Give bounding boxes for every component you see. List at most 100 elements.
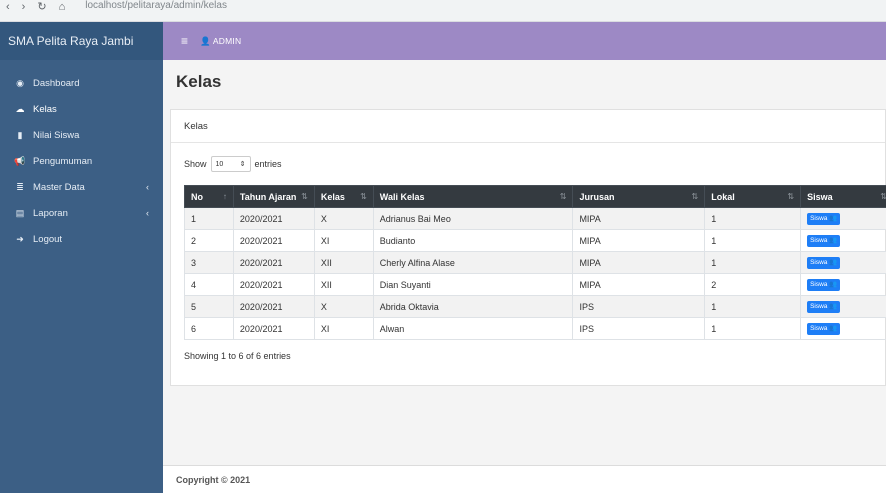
footer-copyright: Copyright © 2021 (163, 465, 886, 493)
cell-tahun-ajaran: 2020/2021 (232, 207, 315, 230)
cell-no: 1 (184, 207, 234, 230)
admin-user-menu[interactable]: 👤 ADMIN (200, 36, 241, 47)
sidebar: SMA Pelita Raya Jambi ◉ Dashboard ☁ Kela… (0, 22, 163, 493)
logout-icon: ➜ (16, 233, 24, 244)
cell-kelas: XI (313, 317, 374, 340)
column-header-wali-kelas[interactable]: Wali Kelas ⇅ (372, 185, 574, 208)
sidebar-item-master-data[interactable]: ≣ Master Data ‹ (0, 174, 163, 200)
entries-label: entries (254, 159, 282, 169)
table-row: 4 2020/2021 XII Dian Suyanti MIPA 2 Sisw… (184, 273, 886, 296)
sort-icon: ⇅ (880, 191, 886, 201)
sort-icon: ⇅ (559, 191, 567, 201)
siswa-button[interactable]: Siswa 👥 (807, 235, 841, 247)
siswa-button[interactable]: Siswa 👥 (807, 257, 841, 269)
sidebar-item-label: Nilai Siswa (33, 129, 80, 141)
cell-jurusan: MIPA (572, 207, 706, 230)
page-title: Kelas (176, 72, 222, 91)
sort-icon: ⇅ (787, 191, 795, 201)
siswa-button[interactable]: Siswa 👥 (807, 301, 841, 313)
cell-siswa: Siswa 👥 (800, 251, 886, 274)
admin-label: ADMIN (212, 35, 242, 46)
forward-icon[interactable]: › (22, 1, 26, 13)
sidebar-item-label: Pengumuman (33, 155, 93, 167)
sidebar-item-logout[interactable]: ➜ Logout (0, 226, 163, 252)
cell-jurusan: MIPA (572, 251, 706, 274)
back-icon[interactable]: ‹ (6, 1, 10, 13)
cell-wali-kelas: Abrida Oktavia (372, 295, 574, 318)
cell-jurusan: MIPA (572, 273, 706, 296)
column-header-tahun-ajaran[interactable]: Tahun Ajaran ⇅ (232, 185, 315, 208)
column-header-siswa[interactable]: Siswa ⇅ (800, 185, 886, 208)
menu-toggle-icon[interactable]: ≡ (181, 34, 188, 48)
siswa-button[interactable]: Siswa 👥 (807, 323, 841, 335)
cell-no: 6 (184, 317, 234, 340)
sort-icon: ⇅ (360, 191, 367, 201)
sidebar-item-label: Dashboard (33, 77, 80, 89)
entries-length-control: Show 10 ⇕ entries (184, 156, 282, 172)
cell-lokal: 2 (704, 273, 802, 296)
cell-wali-kelas: Adrianus Bai Meo (372, 207, 574, 230)
column-header-jurusan[interactable]: Jurusan ⇅ (572, 185, 706, 208)
cell-siswa: Siswa 👥 (800, 295, 886, 318)
column-header-no[interactable]: No ↑ (184, 185, 234, 208)
sidebar-item-dashboard[interactable]: ◉ Dashboard (0, 70, 163, 96)
sidebar-item-label: Master Data (33, 181, 85, 193)
table-row: 5 2020/2021 X Abrida Oktavia IPS 1 Siswa… (184, 295, 886, 318)
brand-title[interactable]: SMA Pelita Raya Jambi (0, 22, 163, 60)
user-icon: 👤 (200, 35, 211, 46)
cell-siswa: Siswa 👥 (800, 273, 886, 296)
cell-tahun-ajaran: 2020/2021 (232, 317, 315, 340)
table-header-row: No ↑ Tahun Ajaran ⇅ Kelas ⇅ Wali Kelas ⇅ Jur… (184, 185, 886, 208)
cell-wali-kelas: Dian Suyanti (372, 273, 574, 296)
show-label: Show (184, 159, 207, 169)
cell-lokal: 1 (704, 229, 802, 252)
top-navbar: ≡ 👤 ADMIN (163, 22, 886, 60)
cell-tahun-ajaran: 2020/2021 (232, 295, 315, 318)
cell-lokal: 1 (704, 207, 802, 230)
table-row: 1 2020/2021 X Adrianus Bai Meo MIPA 1 Si… (184, 207, 886, 230)
entries-select-value: 10 (215, 160, 224, 168)
sort-asc-icon: ↑ (222, 191, 227, 201)
cell-tahun-ajaran: 2020/2021 (232, 273, 315, 296)
sidebar-item-pengumuman[interactable]: 📢 Pengumuman (0, 148, 163, 174)
select-arrows-icon: ⇕ (239, 161, 246, 168)
cell-tahun-ajaran: 2020/2021 (232, 229, 315, 252)
cell-wali-kelas: Cherly Alfina Alase (372, 251, 574, 274)
column-header-lokal[interactable]: Lokal ⇅ (704, 185, 802, 208)
cell-tahun-ajaran: 2020/2021 (232, 251, 315, 274)
column-header-kelas[interactable]: Kelas ⇅ (313, 185, 374, 208)
sidebar-item-kelas[interactable]: ☁ Kelas (0, 96, 163, 122)
sidebar-item-label: Kelas (33, 103, 57, 115)
sidebar-item-laporan[interactable]: ▤ Laporan ‹ (0, 200, 163, 226)
cell-kelas: X (313, 295, 374, 318)
sort-icon: ⇅ (691, 191, 699, 201)
print-icon: ▤ (15, 207, 25, 218)
address-bar[interactable]: localhost/pelitaraya/admin/kelas (85, 0, 227, 11)
cell-kelas: XII (313, 251, 374, 274)
reload-icon[interactable]: ↻ (37, 1, 46, 13)
home-icon[interactable]: ⌂ (59, 1, 66, 13)
cell-kelas: XII (313, 273, 374, 296)
entries-select[interactable]: 10 ⇕ (210, 156, 251, 172)
chevron-left-icon: ‹ (146, 208, 149, 218)
cell-no: 5 (184, 295, 234, 318)
cell-wali-kelas: Budianto (372, 229, 574, 252)
table-row: 3 2020/2021 XII Cherly Alfina Alase MIPA… (184, 251, 886, 274)
card-header: Kelas (171, 110, 885, 143)
siswa-button[interactable]: Siswa 👥 (807, 213, 841, 225)
cell-lokal: 1 (704, 251, 802, 274)
sidebar-menu: ◉ Dashboard ☁ Kelas ▮ Nilai Siswa 📢 Peng… (0, 60, 163, 252)
kelas-table: No ↑ Tahun Ajaran ⇅ Kelas ⇅ Wali Kelas ⇅ Jur… (184, 185, 886, 340)
chevron-left-icon: ‹ (146, 182, 149, 192)
main-content: Kelas Kelas Show 10 ⇕ entries No ↑ Tahun … (163, 60, 886, 465)
bullhorn-icon: 📢 (14, 155, 26, 166)
cell-siswa: Siswa 👥 (800, 317, 886, 340)
cell-siswa: Siswa 👥 (800, 207, 886, 230)
table-row: 2 2020/2021 XI Budianto MIPA 1 Siswa 👥 (184, 229, 886, 252)
cell-jurusan: IPS (572, 295, 706, 318)
browser-toolbar: ‹ › ↻ ⌂ localhost/pelitaraya/admin/kelas (0, 0, 886, 22)
siswa-button[interactable]: Siswa 👥 (807, 279, 841, 291)
database-icon: ≣ (16, 181, 24, 192)
sidebar-item-nilai-siswa[interactable]: ▮ Nilai Siswa (0, 122, 163, 148)
cell-wali-kelas: Alwan (372, 317, 574, 340)
